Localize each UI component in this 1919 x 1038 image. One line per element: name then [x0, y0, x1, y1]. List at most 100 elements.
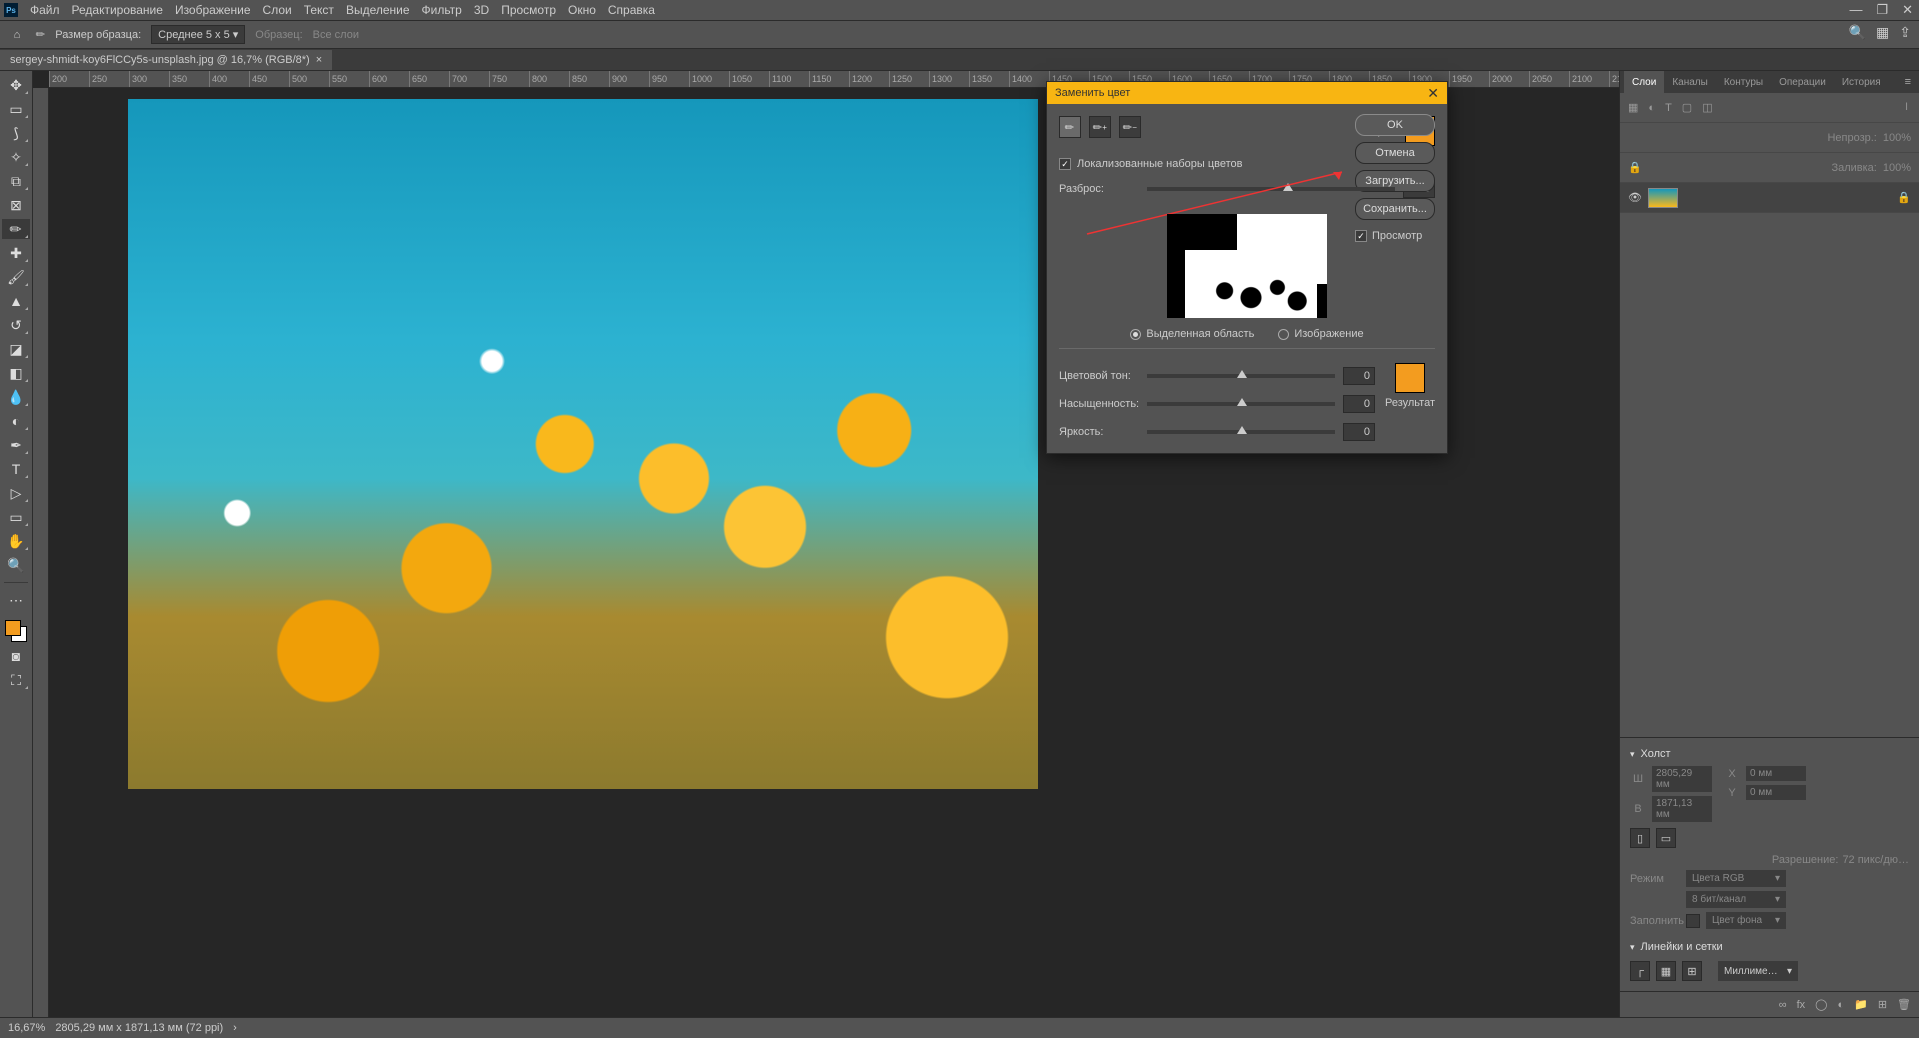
share-icon[interactable]: ⇪ — [1899, 24, 1911, 41]
localized-checkbox[interactable] — [1059, 158, 1071, 170]
menu-view[interactable]: Просмотр — [501, 3, 556, 17]
tool-quickmask[interactable]: ◙ — [2, 646, 30, 666]
doc-info[interactable]: 2805,29 мм x 1871,13 мм (72 ppi) — [55, 1022, 223, 1034]
menu-file[interactable]: Файл — [30, 3, 60, 17]
eye-icon[interactable]: 👁 — [1628, 191, 1642, 204]
trash-icon[interactable]: 🗑 — [1897, 998, 1911, 1011]
fillbg-dropdown[interactable]: Цвет фона▾ — [1706, 912, 1786, 929]
workspace-icon[interactable]: ▦ — [1876, 24, 1889, 41]
tool-dodge[interactable]: ◐ — [2, 411, 30, 431]
filter-adjust-icon[interactable]: ◐ — [1648, 102, 1655, 114]
tool-zoom[interactable]: 🔍 — [2, 555, 30, 575]
tool-eraser[interactable]: ◪ — [2, 339, 30, 359]
menu-image[interactable]: Изображение — [175, 3, 251, 17]
color-swatches[interactable] — [5, 620, 27, 642]
menu-help[interactable]: Справка — [608, 3, 655, 17]
tool-hand[interactable]: ✋ — [2, 531, 30, 551]
tool-marquee[interactable]: ▭ — [2, 99, 30, 119]
new-layer-icon[interactable]: ⊞ — [1878, 998, 1887, 1011]
tab-paths[interactable]: Контуры — [1716, 71, 1771, 93]
save-button[interactable]: Сохранить... — [1355, 198, 1435, 220]
canvas-section-title[interactable]: ▾Холст — [1630, 744, 1909, 764]
tool-history-brush[interactable]: ↺ — [2, 315, 30, 335]
radio-image[interactable]: Изображение — [1278, 328, 1363, 340]
lock-icon[interactable]: 🔒 — [1628, 161, 1642, 174]
dialog-close-icon[interactable]: ✕ — [1427, 85, 1439, 102]
window-close-icon[interactable]: ✕ — [1902, 2, 1913, 18]
unit-dropdown[interactable]: Миллиме…▾ — [1718, 961, 1798, 981]
light-value[interactable]: 0 — [1343, 423, 1375, 441]
tool-magic-wand[interactable]: ✧ — [2, 147, 30, 167]
eyedropper-picker-icon[interactable]: ✎ — [1059, 116, 1081, 138]
dialog-titlebar[interactable]: Заменить цвет ✕ — [1047, 82, 1447, 104]
close-tab-icon[interactable]: × — [316, 54, 322, 66]
filter-shape-icon[interactable]: ▢ — [1682, 101, 1692, 114]
tab-layers[interactable]: Слои — [1624, 71, 1664, 93]
layer-row-bg[interactable]: 👁 🔒 — [1620, 183, 1919, 213]
tab-history[interactable]: История — [1834, 71, 1889, 93]
hue-slider[interactable] — [1147, 374, 1335, 378]
preview-checkbox-row[interactable]: Просмотр — [1355, 230, 1435, 242]
home-icon[interactable]: ⌂ — [8, 26, 26, 44]
window-restore-icon[interactable]: ❐ — [1876, 2, 1888, 18]
fg-color-swatch[interactable] — [5, 620, 21, 636]
tab-channels[interactable]: Каналы — [1664, 71, 1716, 93]
h-value[interactable]: 1871,13 мм — [1652, 796, 1712, 822]
tool-blur[interactable]: 💧 — [2, 387, 30, 407]
mask-icon[interactable]: ◯ — [1815, 998, 1827, 1011]
tool-edit-toolbar[interactable]: ⋯ — [2, 590, 30, 610]
tool-path-select[interactable]: ▷ — [2, 483, 30, 503]
depth-dropdown[interactable]: 8 бит/канал▾ — [1686, 891, 1786, 908]
tool-gradient[interactable]: ◧ — [2, 363, 30, 383]
lock-icon[interactable]: 🔒 — [1897, 191, 1911, 204]
filter-text-icon[interactable]: T — [1665, 102, 1672, 114]
eyedropper-sub-icon[interactable]: ✎− — [1119, 116, 1141, 138]
opacity-value[interactable]: 100% — [1883, 132, 1911, 144]
menu-filter[interactable]: Фильтр — [422, 3, 462, 17]
tool-pen[interactable]: ✒ — [2, 435, 30, 455]
y-value[interactable]: 0 мм — [1746, 785, 1806, 800]
menu-select[interactable]: Выделение — [346, 3, 410, 17]
status-chevron-icon[interactable]: › — [233, 1022, 237, 1034]
link-icon[interactable]: ∞ — [1779, 999, 1787, 1011]
fuzziness-slider[interactable] — [1147, 187, 1395, 191]
tab-actions[interactable]: Операции — [1771, 71, 1834, 93]
sample-size-dropdown[interactable]: Среднее 5 x 5 ▾ — [151, 25, 245, 44]
ok-button[interactable]: OK — [1355, 114, 1435, 136]
tool-brush[interactable]: 🖌 — [2, 267, 30, 287]
orient-portrait-icon[interactable]: ▯ — [1630, 828, 1650, 848]
menu-3d[interactable]: 3D — [474, 3, 489, 17]
light-slider[interactable] — [1147, 430, 1335, 434]
filter-pixel-icon[interactable]: ▦ — [1628, 101, 1638, 114]
w-value[interactable]: 2805,29 мм — [1652, 766, 1712, 792]
res-value[interactable]: 72 пикс/дю… — [1842, 854, 1909, 866]
search-icon[interactable]: 🔍 — [1849, 24, 1866, 41]
tool-move[interactable]: ✥ — [2, 75, 30, 95]
sat-value[interactable]: 0 — [1343, 395, 1375, 413]
filter-smart-icon[interactable]: ◫ — [1702, 101, 1712, 114]
radio-selection[interactable]: Выделенная область — [1130, 328, 1254, 340]
pixelgrid-icon[interactable]: ⊞ — [1682, 961, 1702, 981]
folder-icon[interactable]: 📁 — [1854, 998, 1868, 1011]
sample-layer-value[interactable]: Все слои — [313, 29, 359, 41]
grid-toggle-icon[interactable]: ▦ — [1656, 961, 1676, 981]
menu-edit[interactable]: Редактирование — [72, 3, 163, 17]
zoom-value[interactable]: 16,67% — [8, 1022, 45, 1034]
result-swatch[interactable] — [1395, 363, 1425, 393]
menu-window[interactable]: Окно — [568, 3, 596, 17]
filter-toggle[interactable]: ⏽ — [1902, 101, 1911, 114]
x-value[interactable]: 0 мм — [1746, 766, 1806, 781]
hue-value[interactable]: 0 — [1343, 367, 1375, 385]
tool-stamp[interactable]: ▲ — [2, 291, 30, 311]
menu-text[interactable]: Текст — [304, 3, 334, 17]
tool-shape[interactable]: ▭ — [2, 507, 30, 527]
eyedropper-add-icon[interactable]: ✎+ — [1089, 116, 1111, 138]
tool-crop[interactable]: ⧉ — [2, 171, 30, 191]
preview-checkbox[interactable] — [1355, 230, 1367, 242]
tool-screenmode[interactable]: ⛶ — [2, 670, 30, 690]
mode-dropdown[interactable]: Цвета RGB▾ — [1686, 870, 1786, 887]
tool-eyedropper[interactable]: ✎ — [2, 219, 30, 239]
fx-icon[interactable]: fx — [1797, 999, 1806, 1011]
cancel-button[interactable]: Отмена — [1355, 142, 1435, 164]
tool-frame[interactable]: ⊠ — [2, 195, 30, 215]
